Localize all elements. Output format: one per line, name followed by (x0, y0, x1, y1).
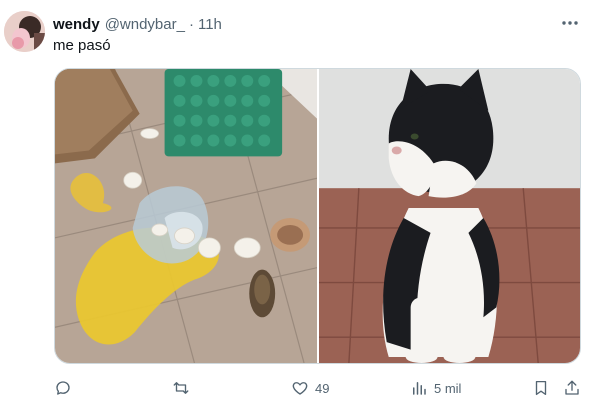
user-handle[interactable]: @wndybar_ (105, 16, 185, 33)
avatar-image (4, 11, 45, 52)
retweet-icon (173, 382, 189, 394)
retweet-button[interactable] (172, 376, 196, 400)
cat-photo (319, 69, 580, 363)
avatar[interactable] (4, 11, 45, 52)
media-photo-eggs[interactable] (55, 69, 317, 363)
separator: · (188, 15, 194, 33)
reply-icon (56, 381, 70, 395)
timestamp[interactable]: 11h (198, 16, 222, 33)
action-bar: 49 5 mil (54, 376, 581, 400)
share-button[interactable] (563, 376, 581, 400)
media-photo-cat[interactable] (319, 69, 580, 363)
media-grid (54, 68, 581, 364)
heart-icon (292, 382, 308, 395)
views-button[interactable]: 5 mil (410, 376, 461, 400)
like-button[interactable]: 49 (291, 376, 329, 400)
views-count: 5 mil (434, 380, 462, 396)
bookmark-button[interactable] (532, 376, 550, 400)
reply-button[interactable] (54, 376, 78, 400)
share-icon (565, 380, 579, 395)
more-options-button[interactable] (561, 14, 579, 32)
tweet-text: me pasó (53, 37, 111, 54)
views-icon (413, 382, 426, 395)
more-dots-icon (562, 21, 578, 25)
bookmark-icon (535, 380, 547, 396)
like-count: 49 (315, 380, 330, 396)
broken-eggs-photo (55, 69, 317, 363)
tweet-header: wendy @wndybar_ · 11h (53, 14, 579, 34)
display-name[interactable]: wendy (53, 16, 100, 33)
